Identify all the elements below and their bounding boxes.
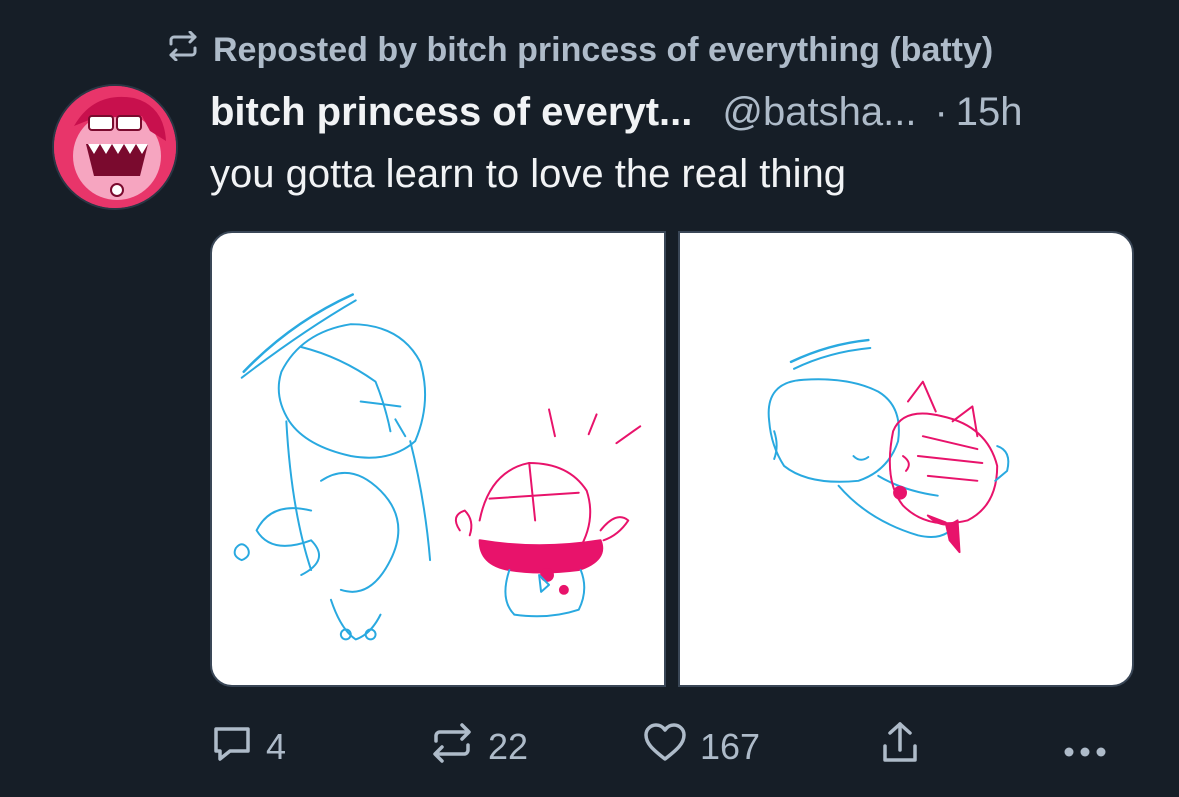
repost-icon: [428, 721, 488, 774]
more-options-button[interactable]: [1062, 722, 1120, 772]
reply-button[interactable]: 4: [210, 722, 286, 772]
reply-count: 4: [266, 726, 287, 767]
handle[interactable]: @batsha...: [722, 90, 916, 135]
repost-button[interactable]: 22: [428, 722, 528, 772]
share-icon: [880, 720, 932, 775]
share-button[interactable]: [880, 720, 932, 775]
heart-icon: [642, 721, 700, 774]
more-icon: [1062, 726, 1120, 768]
reply-icon: [210, 721, 266, 774]
image-left[interactable]: [210, 231, 666, 687]
sketch-image-right: [767, 338, 1010, 554]
like-count: 167: [700, 726, 761, 767]
post-header: bitch princess of everyt... @batsha... ·…: [210, 86, 1023, 138]
separator: ·: [934, 89, 948, 134]
repost-icon: [165, 30, 213, 70]
action-bar: 4 22 167: [210, 720, 1130, 775]
repost-label: Reposted by bitch princess of everything…: [213, 30, 994, 69]
sketch-image-left: [233, 293, 642, 641]
like-button[interactable]: 167: [642, 722, 760, 772]
repost-count: 22: [488, 726, 529, 767]
image-gallery: [210, 231, 1134, 687]
avatar[interactable]: [52, 84, 178, 210]
repost-indicator[interactable]: Reposted by bitch princess of everything…: [165, 28, 993, 72]
post-time[interactable]: 15h: [956, 90, 1023, 135]
image-right[interactable]: [678, 231, 1134, 687]
display-name[interactable]: bitch princess of everyt...: [210, 90, 692, 135]
post-text: you gotta learn to love the real thing: [210, 152, 846, 196]
